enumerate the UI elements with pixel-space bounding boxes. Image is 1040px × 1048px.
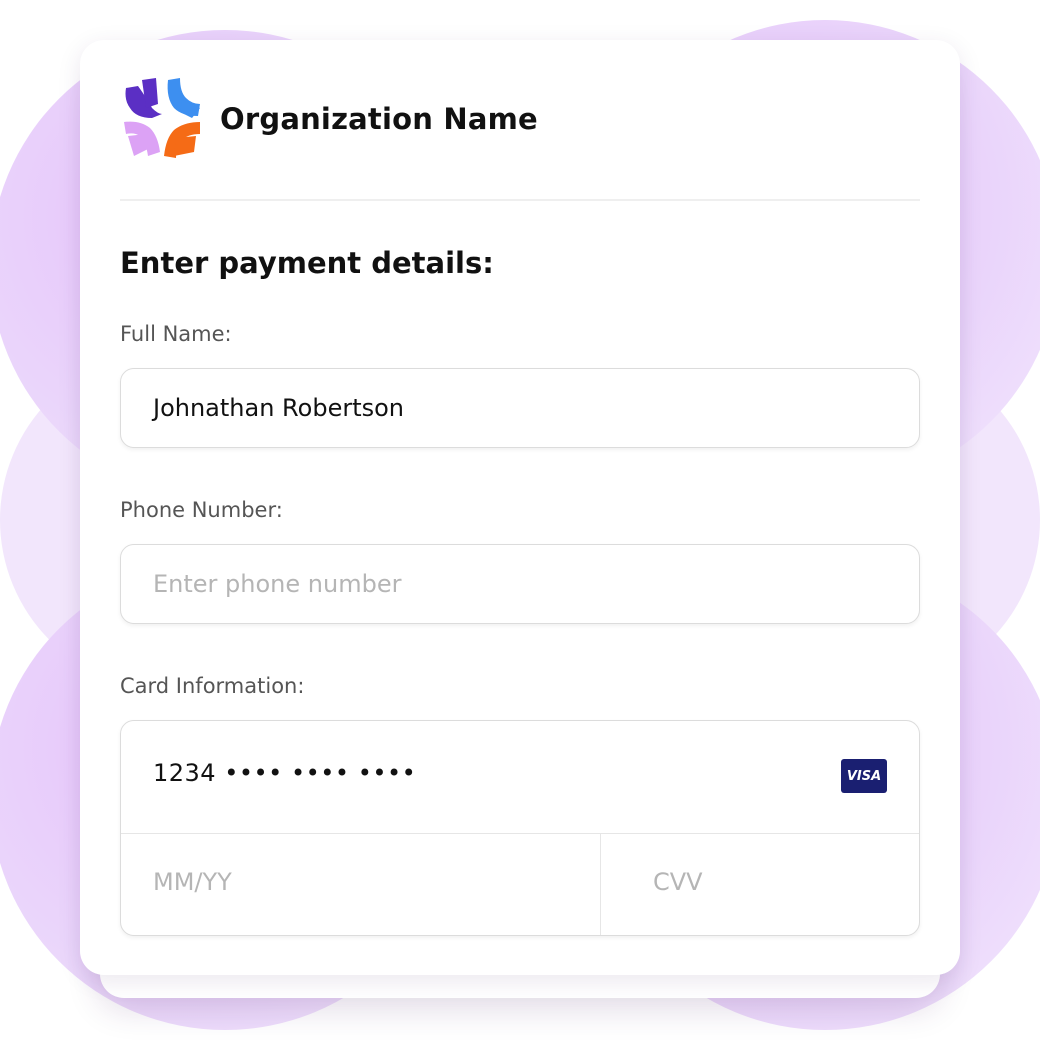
payment-card: Organization Name Enter payment details:…	[80, 40, 960, 975]
expiry-input[interactable]: MM/YY	[121, 833, 601, 935]
cvv-placeholder: CVV	[653, 868, 703, 896]
phone-number-label: Phone Number:	[120, 498, 283, 522]
phone-number-input[interactable]: Enter phone number	[120, 544, 920, 624]
visa-icon: VISA	[841, 759, 887, 793]
header: Organization Name	[120, 78, 920, 168]
expiry-placeholder: MM/YY	[153, 868, 232, 896]
form-title: Enter payment details:	[120, 246, 494, 280]
full-name-value: Johnathan Robertson	[153, 394, 405, 422]
phone-number-placeholder: Enter phone number	[153, 570, 402, 598]
organization-name: Organization Name	[220, 102, 538, 136]
organization-logo-icon	[124, 78, 200, 158]
cvv-input[interactable]: CVV	[601, 833, 919, 935]
card-information-group: 1234 •••• •••• •••• VISA MM/YY CVV	[120, 720, 920, 936]
header-divider	[120, 199, 920, 201]
card-number-value: 1234 •••• •••• ••••	[153, 759, 417, 787]
card-number-input[interactable]: 1234 •••• •••• •••• VISA	[121, 721, 919, 834]
card-information-label: Card Information:	[120, 674, 305, 698]
full-name-label: Full Name:	[120, 322, 232, 346]
full-name-input[interactable]: Johnathan Robertson	[120, 368, 920, 448]
